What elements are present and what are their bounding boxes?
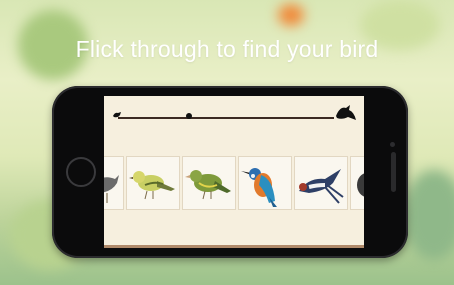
bird-tile[interactable] <box>182 156 236 210</box>
bird-illustration-icon <box>104 175 119 203</box>
camera-icon <box>390 142 395 147</box>
bird-illustration-icon <box>185 170 231 200</box>
bird-carousel[interactable] <box>104 156 364 210</box>
home-button <box>66 157 96 187</box>
bird-illustration-icon <box>241 168 277 207</box>
background-foliage <box>404 170 454 260</box>
bird-illustration-icon <box>299 169 344 204</box>
bird-tile[interactable] <box>238 156 292 210</box>
bird-tile[interactable] <box>104 156 124 210</box>
bird-tile[interactable] <box>294 156 348 210</box>
size-slider-knob[interactable] <box>186 113 192 119</box>
size-slider-track[interactable] <box>118 117 334 119</box>
speaker-grille <box>391 152 396 192</box>
app-screen <box>104 96 364 248</box>
background-flower <box>278 4 304 26</box>
screen-bottom-bar <box>104 245 364 248</box>
bird-silhouette-icon <box>336 105 356 120</box>
bird-illustration-icon <box>357 173 364 197</box>
phone-device <box>52 86 408 258</box>
headline: Flick through to find your bird <box>75 36 379 62</box>
bird-illustration-icon <box>129 171 175 200</box>
bird-tile[interactable] <box>350 156 364 210</box>
bird-tile[interactable] <box>126 156 180 210</box>
